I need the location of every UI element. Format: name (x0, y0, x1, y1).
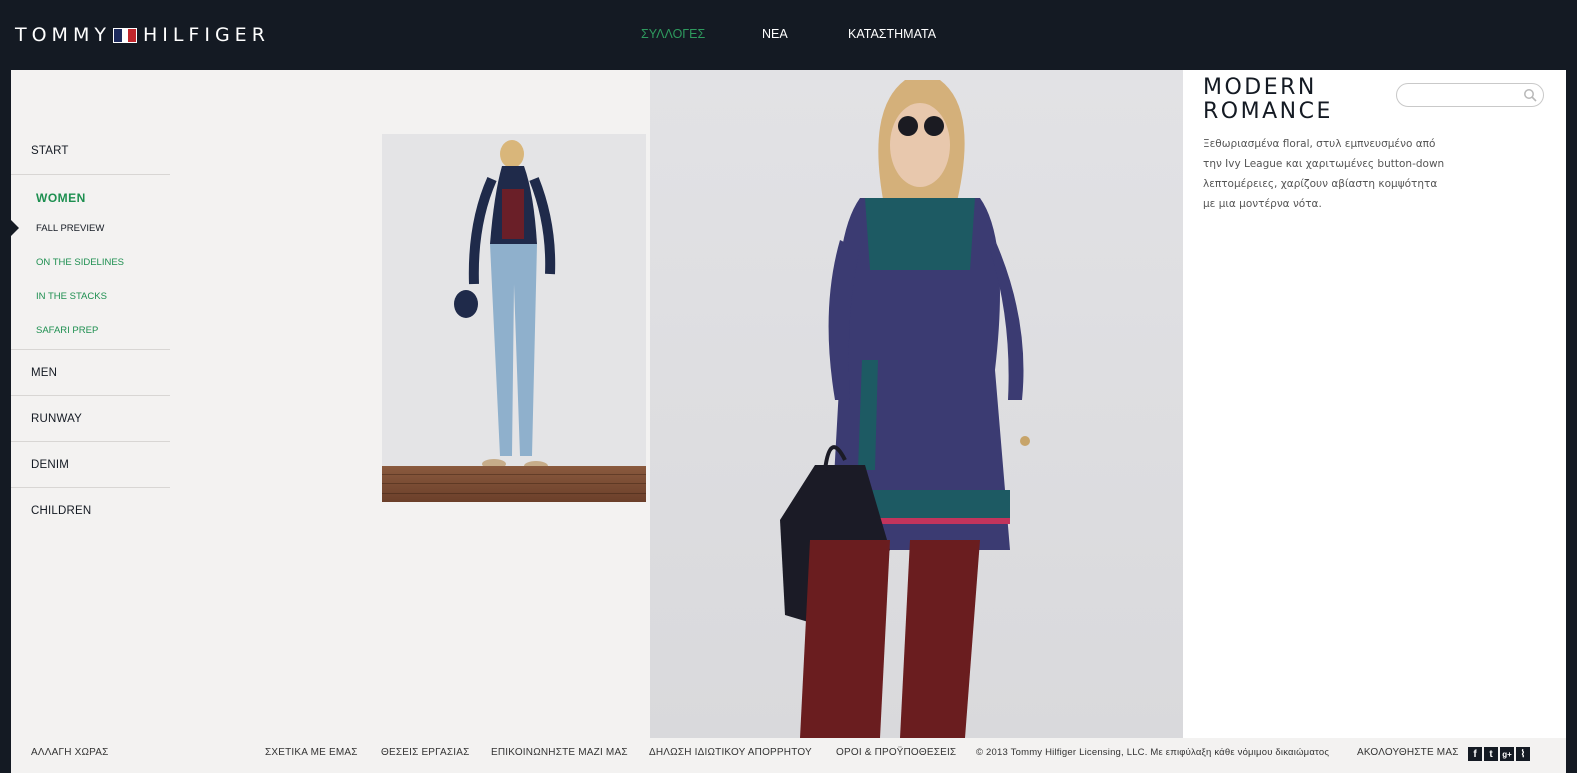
sidebar-subitem-safari-prep[interactable]: SAFARI PREP (36, 325, 98, 336)
sidebar-divider (11, 174, 170, 175)
nav-stores[interactable]: ΚΑΤΑΣΤΗΜΑΤΑ (848, 27, 936, 41)
footer-change-country-link[interactable]: ΑΛΛΑΓΗ ΧΩΡΑΣ (31, 747, 109, 758)
sidebar-item-denim[interactable]: DENIM (31, 459, 69, 471)
twitter-icon[interactable]: t (1484, 747, 1498, 761)
sidebar-item-children[interactable]: CHILDREN (31, 505, 91, 517)
footer-follow-label: ΑΚΟΛΟΥΘΗΣΤΕ ΜΑΣ (1357, 747, 1459, 758)
look-title: MODERN ROMANCE (1203, 76, 1393, 124)
sidebar-divider (11, 349, 170, 350)
sidebar-subitem-fall-preview[interactable]: FALL PREVIEW (36, 223, 104, 234)
sidebar-item-men[interactable]: MEN (31, 367, 57, 379)
site-footer: ΑΛΛΑΓΗ ΧΩΡΑΣ ΣΧΕΤΙΚΑ ΜΕ ΕΜΑΣ ΘΕΣΕΙΣ ΕΡΓΑ… (11, 738, 1566, 773)
footer-copyright: © 2013 Tommy Hilfiger Licensing, LLC. Με… (976, 747, 1330, 758)
look-description: Ξεθωριασμένα floral, στυλ εμπνευσμένο απ… (1203, 138, 1445, 210)
search-input[interactable] (1396, 83, 1544, 107)
look-thumbnail-photo[interactable] (382, 134, 646, 502)
sidebar-subitem-in-the-stacks[interactable]: IN THE STACKS (36, 291, 107, 302)
brand-logo[interactable]: TOMMY HILFIGER (15, 24, 270, 46)
wood-floor (382, 466, 646, 502)
active-arrow-icon (11, 220, 19, 236)
footer-jobs-link[interactable]: ΘΕΣΕΙΣ ΕΡΓΑΣΙΑΣ (381, 747, 469, 758)
sidebar-divider (11, 441, 170, 442)
rss-icon[interactable]: ⌇ (1516, 747, 1530, 761)
sidebar-item-start[interactable]: START (31, 145, 69, 157)
nav-news[interactable]: ΝΕΑ (762, 27, 788, 41)
sidebar-divider (11, 487, 170, 488)
look-title-line2: ROMANCE (1203, 99, 1333, 124)
footer-terms-link[interactable]: ΟΡΟΙ & ΠΡΟΫΠΟΘΕΣΕΙΣ (836, 747, 956, 758)
sidebar-item-runway[interactable]: RUNWAY (31, 413, 82, 425)
footer-about-link[interactable]: ΣΧΕΤΙΚΑ ΜΕ ΕΜΑΣ (265, 747, 358, 758)
look-info-panel: MODERN ROMANCE Ξεθωριασμένα floral, στυλ… (1183, 70, 1566, 738)
footer-contact-link[interactable]: ΕΠΙΚΟΙΝΩΝΗΣΤΕ ΜΑΖΙ ΜΑΣ (491, 747, 628, 758)
logo-text-tommy: TOMMY (15, 24, 111, 46)
model-figure-thumbnail (454, 140, 556, 471)
site-header: TOMMY HILFIGER ΣΥΛΛΟΓΕΣ ΝΕΑ ΚΑΤΑΣΤΗΜΑΤΑ (0, 0, 1577, 70)
nav-collections[interactable]: ΣΥΛΛΟΓΕΣ (641, 27, 705, 41)
main-content: START WOMEN FALL PREVIEW ON THE SIDELINE… (11, 70, 1566, 738)
facebook-icon[interactable]: f (1468, 747, 1482, 761)
model-figure-main (780, 80, 1030, 738)
collection-sidebar: START WOMEN FALL PREVIEW ON THE SIDELINE… (11, 70, 171, 738)
logo-text-hilfiger: HILFIGER (142, 24, 270, 46)
footer-privacy-link[interactable]: ΔΗΛΩΣΗ ΙΔΙΩΤΙΚΟΥ ΑΠΟΡΡΗΤΟΥ (649, 747, 812, 758)
look-title-line1: MODERN (1203, 75, 1317, 100)
search-icon[interactable] (1523, 88, 1537, 102)
social-links: f t g+ ⌇ (1468, 747, 1530, 761)
flag-icon (112, 27, 137, 43)
sidebar-divider (11, 395, 170, 396)
googleplus-icon[interactable]: g+ (1500, 747, 1514, 761)
sidebar-subitem-on-the-sidelines[interactable]: ON THE SIDELINES (36, 257, 124, 268)
sidebar-item-women[interactable]: WOMEN (36, 191, 86, 205)
look-main-photo (650, 70, 1183, 738)
